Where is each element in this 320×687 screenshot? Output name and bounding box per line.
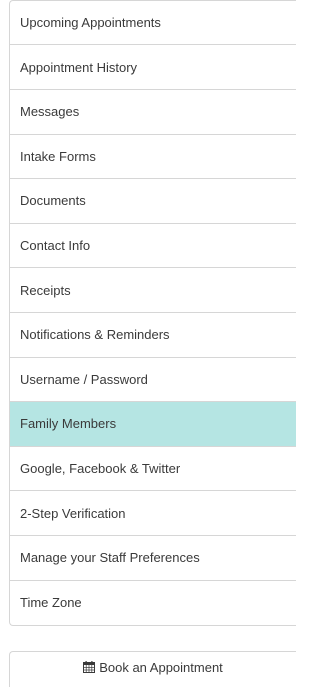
menu-item-label: Upcoming Appointments	[20, 15, 161, 30]
menu-item-label: Notifications & Reminders	[20, 327, 170, 343]
menu-item-google-facebook-twitter[interactable]: Google, Facebook & Twitter	[10, 447, 296, 492]
menu-item-appointment-history[interactable]: Appointment History	[10, 45, 296, 89]
menu-item-messages[interactable]: Messages	[10, 90, 296, 135]
appointments-menu-group: Upcoming Appointments Appointment Histor…	[9, 0, 296, 90]
book-appointment-button[interactable]: Book an Appointment	[9, 651, 296, 687]
menu-item-label: Messages	[20, 104, 80, 120]
menu-item-label: Appointment History	[20, 59, 138, 75]
menu-item-2-step-verification[interactable]: 2-Step Verification	[10, 491, 296, 536]
book-appointment-label: Book an Appointment	[99, 660, 223, 675]
menu-item-receipts[interactable]: Receipts	[10, 268, 296, 313]
calendar-icon	[83, 661, 96, 673]
menu-item-username-password[interactable]: Username / Password	[10, 358, 296, 403]
account-menu-group: Messages Intake Forms Documents Contact …	[9, 89, 296, 627]
menu-item-label: Google, Facebook & Twitter	[20, 461, 181, 477]
menu-item-notifications-reminders[interactable]: Notifications & Reminders	[10, 313, 296, 358]
menu-item-upcoming-appointments[interactable]: Upcoming Appointments	[10, 1, 296, 45]
menu-item-label: Time Zone	[20, 595, 82, 611]
menu-item-family-members[interactable]: Family Members	[10, 402, 296, 447]
menu-item-label: Contact Info	[20, 238, 91, 254]
menu-item-label: 2-Step Verification	[20, 505, 126, 521]
menu-item-intake-forms[interactable]: Intake Forms	[10, 135, 296, 180]
menu-item-label: Documents	[20, 193, 86, 209]
menu-item-label: Manage your Staff Preferences	[20, 550, 200, 566]
menu-item-label: Intake Forms	[20, 148, 96, 164]
menu-item-time-zone[interactable]: Time Zone	[10, 581, 296, 626]
menu-item-contact-info[interactable]: Contact Info	[10, 224, 296, 269]
menu-item-label: Family Members	[20, 416, 117, 432]
menu-item-label: Receipts	[20, 282, 71, 298]
menu-item-staff-preferences[interactable]: Manage your Staff Preferences	[10, 536, 296, 581]
menu-item-documents[interactable]: Documents	[10, 179, 296, 224]
menu-item-label: Username / Password	[20, 371, 148, 387]
